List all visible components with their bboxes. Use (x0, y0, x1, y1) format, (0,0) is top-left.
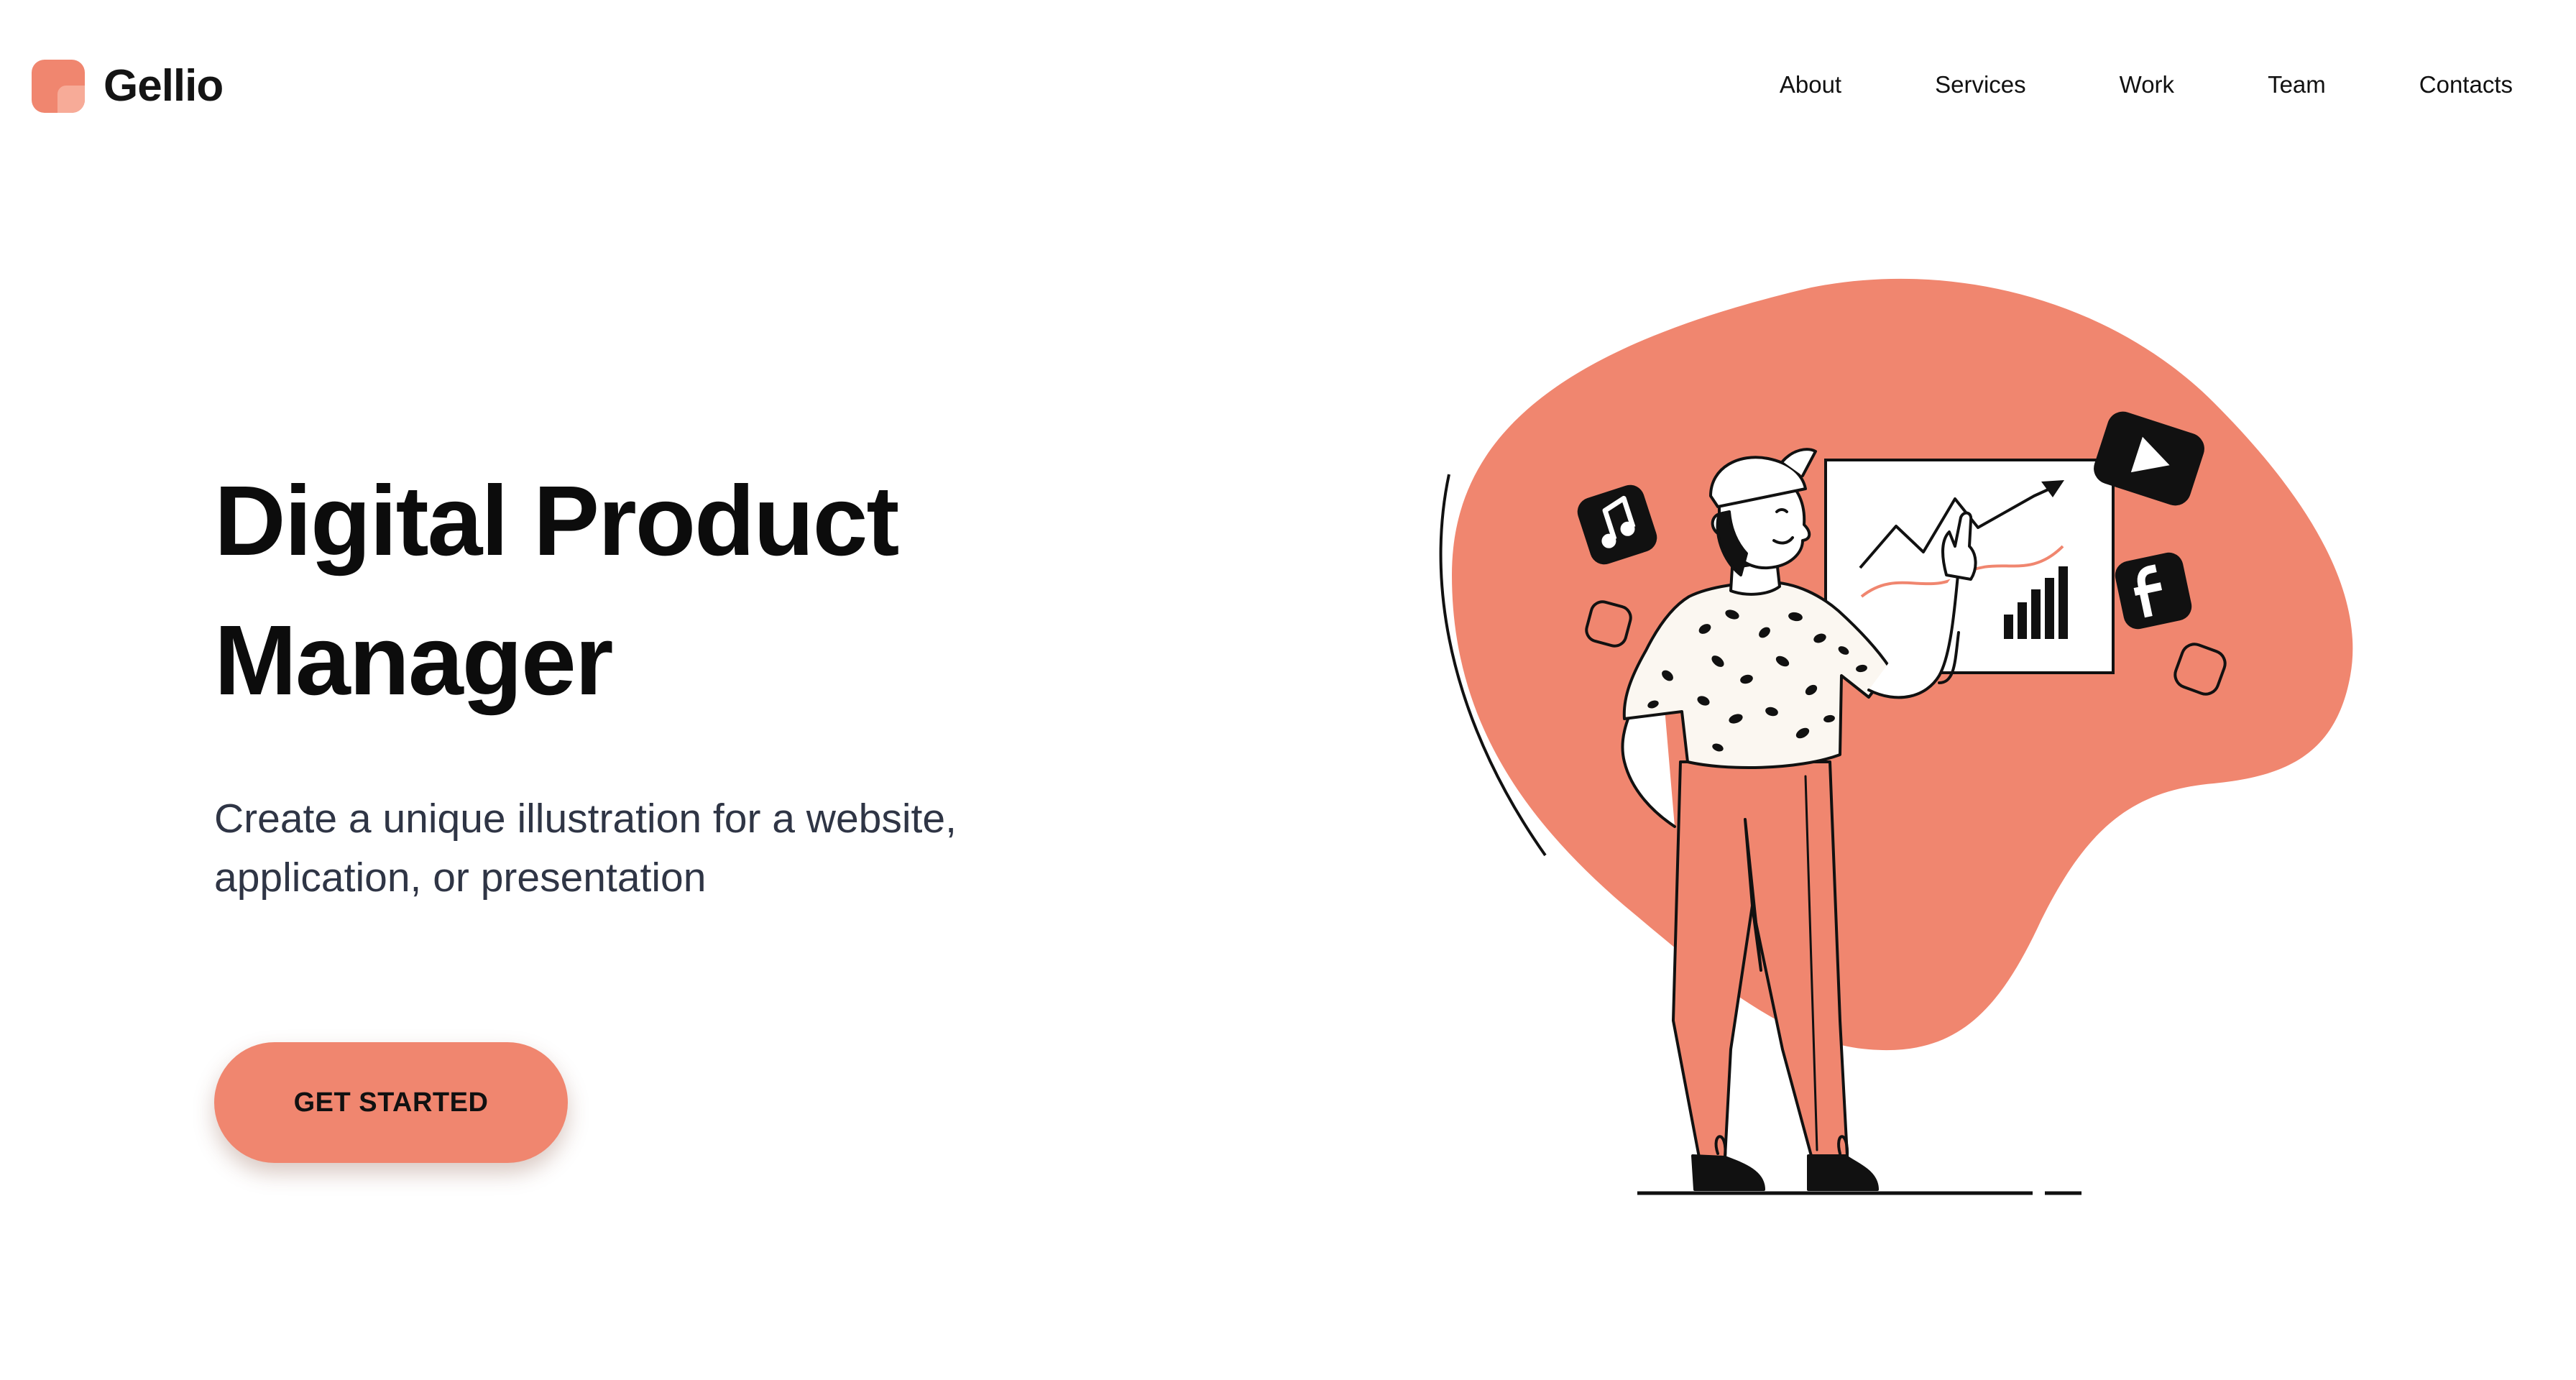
hero-subtitle-line-2: application, or presentation (214, 855, 707, 901)
nav-item-team[interactable]: Team (2268, 69, 2326, 101)
brand-logo-link[interactable]: Gellio (32, 53, 224, 119)
landing-page: Gellio About Services Work Team Contacts… (0, 0, 2576, 1380)
nav-item-services[interactable]: Services (1935, 69, 2026, 101)
site-header: Gellio About Services Work Team Contacts (0, 0, 2576, 172)
hero-title-line-1: Digital Product (214, 466, 899, 576)
facebook-icon (2115, 552, 2192, 630)
hero-subtitle: Create a unique illustration for a websi… (214, 789, 1077, 907)
illustration-svg (1439, 278, 2353, 1195)
nav-item-contacts[interactable]: Contacts (2419, 69, 2513, 101)
main-nav: About Services Work Team Contacts (1780, 69, 2513, 101)
hero-illustration (1409, 259, 2401, 1236)
gellio-logo-icon (32, 60, 85, 113)
hero-title-line-2: Manager (214, 605, 614, 716)
nav-item-about[interactable]: About (1780, 69, 1841, 101)
brand-name: Gellio (104, 61, 224, 111)
get-started-button[interactable]: GET STARTED (214, 1042, 568, 1163)
hero-subtitle-line-1: Create a unique illustration for a websi… (214, 796, 957, 842)
nav-item-work[interactable]: Work (2120, 69, 2174, 101)
hero-title: Digital Product Manager (214, 451, 1149, 730)
